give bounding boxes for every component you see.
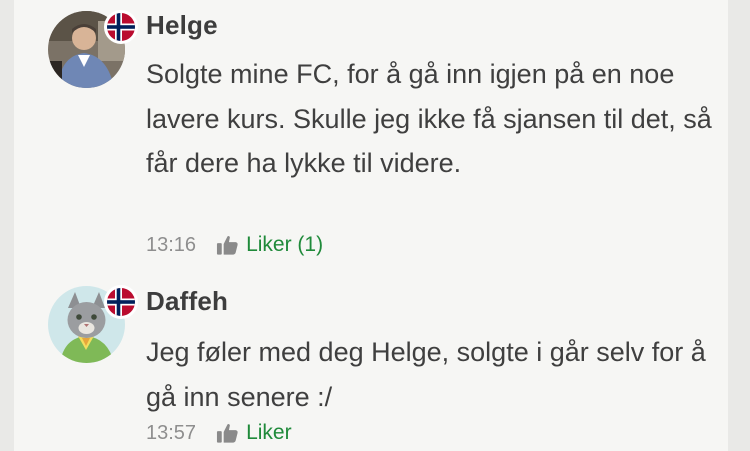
comment-meta: 13:57 Liker [146,419,292,447]
comment-thread: Helge Solgte mine FC, for å gå inn igjen… [14,0,728,451]
like-button[interactable]: Liker (1) [216,233,323,257]
comment-time: 13:57 [146,421,197,444]
like-label: Liker [246,421,292,444]
thumbs-up-icon [217,236,238,255]
comment-text: Solgte mine FC, for å gå inn igjen på en… [146,59,712,178]
like-label: Liker (1) [246,233,324,256]
comment-author[interactable]: Daffeh [146,286,228,317]
like-button[interactable]: Liker [216,421,292,445]
norway-flag-icon [104,285,138,319]
comment-meta: 13:16 Liker (1) [146,231,323,259]
norway-flag-icon [104,10,138,44]
comment-text: Jeg føler med deg Helge, solgte i går se… [146,337,706,412]
comment-author[interactable]: Helge [146,10,218,41]
comment-time: 13:16 [146,233,197,256]
thumbs-up-icon [217,424,238,443]
